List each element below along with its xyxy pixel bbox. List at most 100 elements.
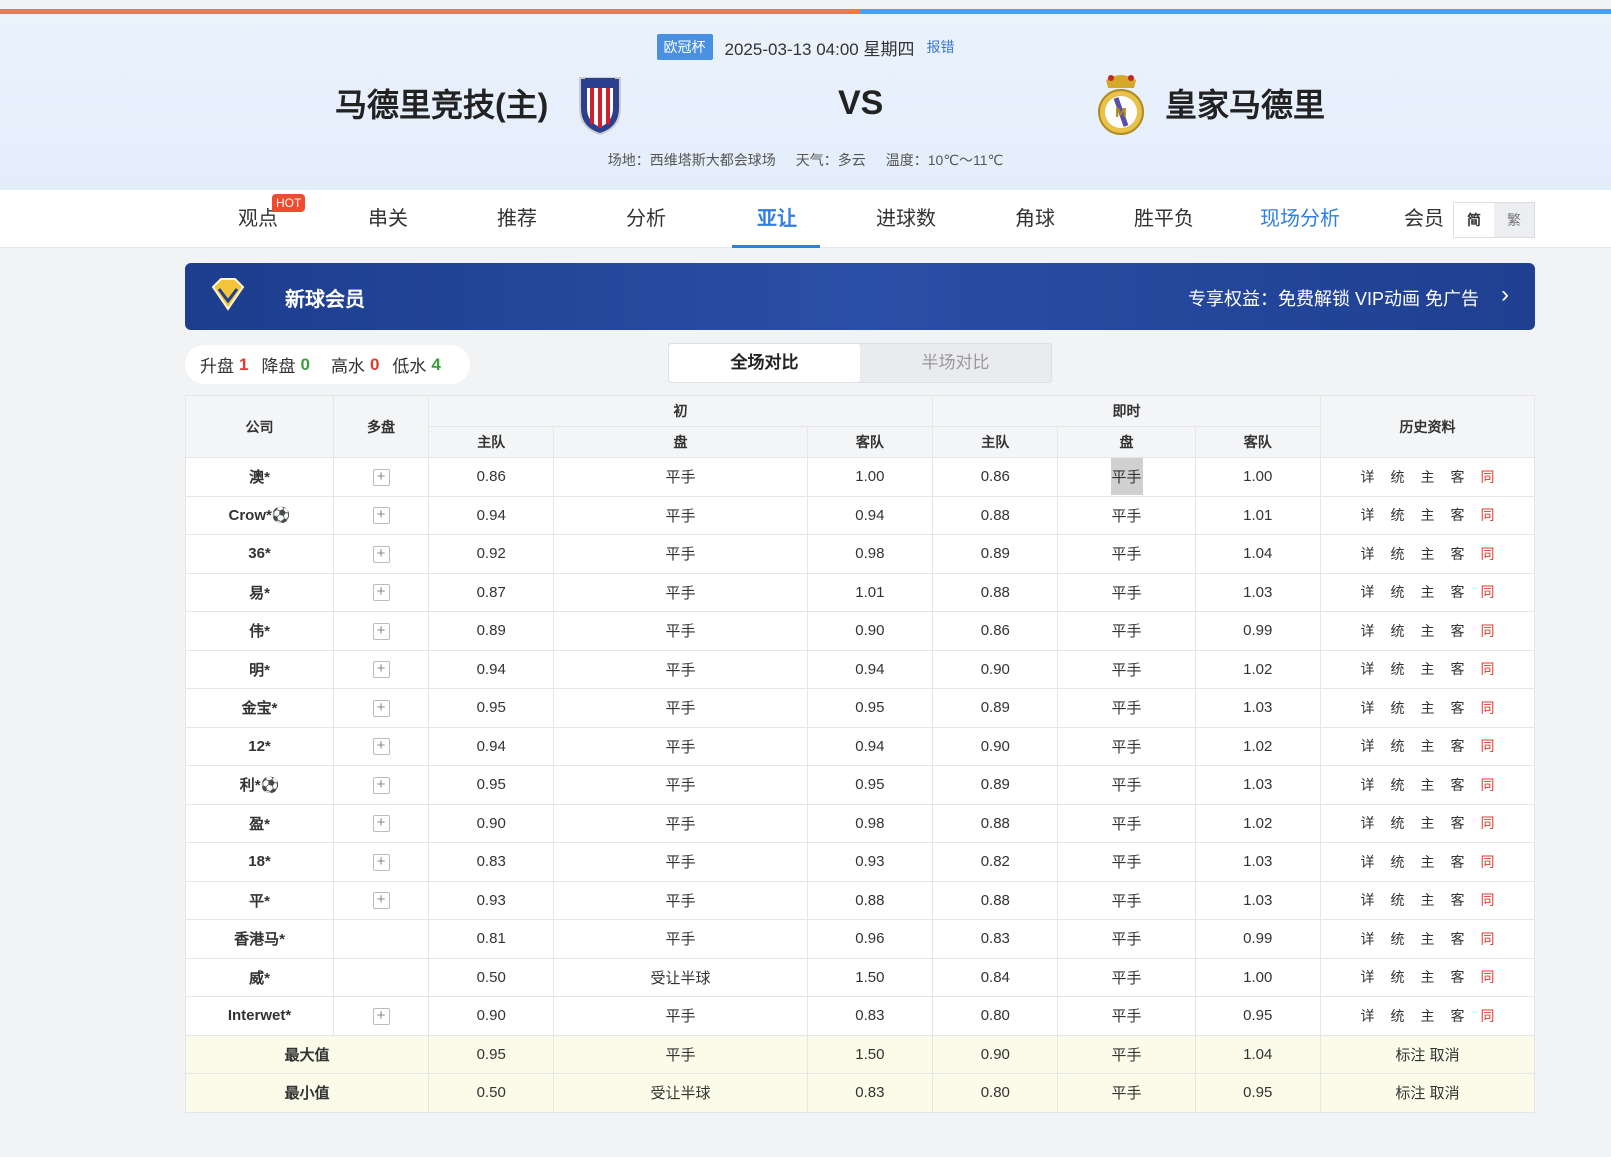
same-link[interactable]: 同 xyxy=(1481,1006,1495,1026)
tab-live-analysis[interactable]: 现场分析 xyxy=(1250,190,1350,248)
company-name[interactable]: 澳* xyxy=(185,457,334,497)
away-link[interactable]: 客 xyxy=(1451,621,1465,641)
detail-link[interactable]: 详 xyxy=(1361,698,1375,718)
detail-link[interactable]: 详 xyxy=(1361,775,1375,795)
home-team-name[interactable]: 马德里竞技(主) xyxy=(335,80,548,126)
home-link[interactable]: 主 xyxy=(1421,929,1435,949)
stats-link[interactable]: 统 xyxy=(1391,544,1405,564)
detail-link[interactable]: 详 xyxy=(1361,736,1375,756)
expand-plus-icon[interactable]: + xyxy=(372,468,390,486)
tab-corners[interactable]: 角球 xyxy=(990,190,1080,248)
company-name[interactable]: 利*⚽ xyxy=(185,765,334,805)
home-link[interactable]: 主 xyxy=(1421,736,1435,756)
tab-recommend[interactable]: 推荐 xyxy=(472,190,562,248)
expand-plus-icon[interactable]: + xyxy=(372,622,390,640)
detail-link[interactable]: 详 xyxy=(1361,505,1375,525)
tab-win-draw-lose[interactable]: 胜平负 xyxy=(1119,190,1209,248)
company-name[interactable]: Interwet* xyxy=(185,996,334,1036)
detail-link[interactable]: 详 xyxy=(1361,544,1375,564)
detail-link[interactable]: 详 xyxy=(1361,890,1375,910)
same-link[interactable]: 同 xyxy=(1481,698,1495,718)
report-error-link[interactable]: 报错 xyxy=(926,37,954,57)
lang-traditional-button[interactable]: 繁 xyxy=(1494,203,1534,237)
home-link[interactable]: 主 xyxy=(1421,852,1435,872)
expand-plus-icon[interactable]: + xyxy=(372,892,390,910)
tab-full-time[interactable]: 全场对比 xyxy=(669,344,860,382)
tab-asian-handicap[interactable]: 亚让 xyxy=(732,190,822,248)
detail-link[interactable]: 详 xyxy=(1361,659,1375,679)
tab-half-time[interactable]: 半场对比 xyxy=(860,344,1051,382)
tab-analysis[interactable]: 分析 xyxy=(601,190,691,248)
expand-plus-icon[interactable]: + xyxy=(372,776,390,794)
mark-cancel-actions[interactable]: 标注 取消 xyxy=(1320,1073,1535,1113)
stats-link[interactable]: 统 xyxy=(1391,1006,1405,1026)
home-link[interactable]: 主 xyxy=(1421,698,1435,718)
expand-plus-icon[interactable]: + xyxy=(372,1007,390,1025)
home-link[interactable]: 主 xyxy=(1421,544,1435,564)
same-link[interactable]: 同 xyxy=(1481,890,1495,910)
company-name[interactable]: 威* xyxy=(185,957,334,997)
away-link[interactable]: 客 xyxy=(1451,813,1465,833)
league-badge[interactable]: 欧冠杯 xyxy=(656,34,713,60)
away-link[interactable]: 客 xyxy=(1451,544,1465,564)
detail-link[interactable]: 详 xyxy=(1361,852,1375,872)
stats-link[interactable]: 统 xyxy=(1391,929,1405,949)
away-link[interactable]: 客 xyxy=(1451,890,1465,910)
stats-link[interactable]: 统 xyxy=(1391,698,1405,718)
away-link[interactable]: 客 xyxy=(1451,505,1465,525)
lang-simplified-button[interactable]: 简 xyxy=(1454,203,1494,237)
mark-cancel-actions[interactable]: 标注 取消 xyxy=(1320,1034,1535,1074)
expand-plus-icon[interactable]: + xyxy=(372,738,390,756)
away-link[interactable]: 客 xyxy=(1451,1006,1465,1026)
home-link[interactable]: 主 xyxy=(1421,890,1435,910)
same-link[interactable]: 同 xyxy=(1481,852,1495,872)
away-link[interactable]: 客 xyxy=(1451,582,1465,602)
home-link[interactable]: 主 xyxy=(1421,621,1435,641)
stats-link[interactable]: 统 xyxy=(1391,890,1405,910)
stats-link[interactable]: 统 xyxy=(1391,813,1405,833)
expand-plus-icon[interactable]: + xyxy=(372,584,390,602)
tab-goals[interactable]: 进球数 xyxy=(861,190,951,248)
stats-link[interactable]: 统 xyxy=(1391,582,1405,602)
company-name[interactable]: Crow*⚽ xyxy=(185,495,334,535)
company-name[interactable]: 12* xyxy=(185,726,334,766)
away-link[interactable]: 客 xyxy=(1451,736,1465,756)
home-link[interactable]: 主 xyxy=(1421,467,1435,487)
same-link[interactable]: 同 xyxy=(1481,775,1495,795)
expand-plus-icon[interactable]: + xyxy=(372,853,390,871)
detail-link[interactable]: 详 xyxy=(1361,1006,1375,1026)
detail-link[interactable]: 详 xyxy=(1361,813,1375,833)
away-team-name[interactable]: 皇家马德里 xyxy=(1165,80,1325,126)
away-link[interactable]: 客 xyxy=(1451,775,1465,795)
away-link[interactable]: 客 xyxy=(1451,659,1465,679)
expand-plus-icon[interactable]: + xyxy=(372,507,390,525)
same-link[interactable]: 同 xyxy=(1481,659,1495,679)
stats-link[interactable]: 统 xyxy=(1391,659,1405,679)
home-link[interactable]: 主 xyxy=(1421,813,1435,833)
company-name[interactable]: 香港马* xyxy=(185,919,334,959)
away-link[interactable]: 客 xyxy=(1451,467,1465,487)
same-link[interactable]: 同 xyxy=(1481,467,1495,487)
stats-link[interactable]: 统 xyxy=(1391,505,1405,525)
home-link[interactable]: 主 xyxy=(1421,659,1435,679)
company-name[interactable]: 金宝* xyxy=(185,688,334,728)
same-link[interactable]: 同 xyxy=(1481,505,1495,525)
tab-parlay[interactable]: 串关 xyxy=(343,190,433,248)
home-link[interactable]: 主 xyxy=(1421,967,1435,987)
company-name[interactable]: 盈* xyxy=(185,803,334,843)
home-link[interactable]: 主 xyxy=(1421,505,1435,525)
expand-plus-icon[interactable]: + xyxy=(372,545,390,563)
same-link[interactable]: 同 xyxy=(1481,967,1495,987)
company-name[interactable]: 明* xyxy=(185,649,334,689)
vip-banner[interactable]: 新球会员 专享权益：免费解锁 VIP动画 免广告 › xyxy=(185,263,1535,330)
away-link[interactable]: 客 xyxy=(1451,852,1465,872)
detail-link[interactable]: 详 xyxy=(1361,467,1375,487)
stats-link[interactable]: 统 xyxy=(1391,736,1405,756)
home-link[interactable]: 主 xyxy=(1421,1006,1435,1026)
stats-link[interactable]: 统 xyxy=(1391,775,1405,795)
detail-link[interactable]: 详 xyxy=(1361,967,1375,987)
home-link[interactable]: 主 xyxy=(1421,582,1435,602)
same-link[interactable]: 同 xyxy=(1481,582,1495,602)
stats-link[interactable]: 统 xyxy=(1391,467,1405,487)
same-link[interactable]: 同 xyxy=(1481,736,1495,756)
